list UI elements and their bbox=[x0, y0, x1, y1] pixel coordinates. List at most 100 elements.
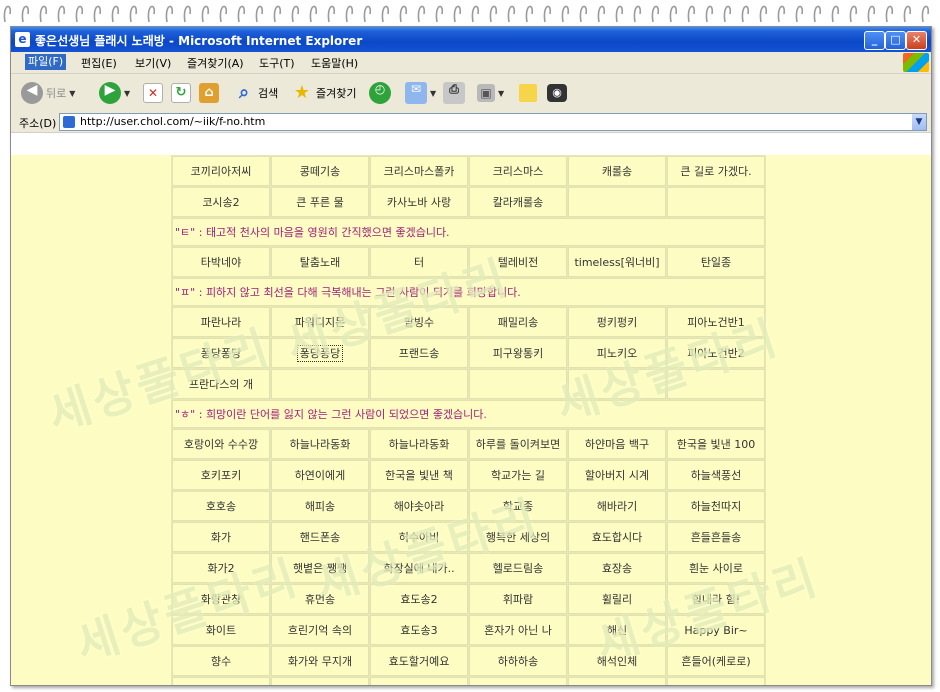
song-link[interactable]: 하루를 돌이켜보면 bbox=[469, 429, 567, 459]
menu-view[interactable]: 보기(V) bbox=[135, 55, 171, 71]
song-link[interactable]: 휴먼송 bbox=[271, 584, 369, 614]
song-link[interactable]: 프란다스의 개 bbox=[172, 369, 270, 399]
refresh-button[interactable]: ↻ bbox=[171, 81, 191, 105]
song-link[interactable]: 해야솟아라 bbox=[370, 491, 468, 521]
song-link[interactable]: 효도합시다 bbox=[568, 522, 666, 552]
song-link[interactable]: 탈춤노래 bbox=[271, 247, 369, 277]
song-link[interactable]: 하늘나라동화 bbox=[271, 429, 369, 459]
mail-button[interactable]: ✉ ▼ bbox=[405, 81, 436, 105]
song-link[interactable]: 핸드폰송 bbox=[271, 522, 369, 552]
song-link[interactable]: 휠릴리 bbox=[568, 584, 666, 614]
song-link[interactable]: 화장실에 내가.. bbox=[370, 553, 468, 583]
song-link[interactable]: 콩떼기송 bbox=[271, 156, 369, 186]
song-link[interactable]: 호랑이와 수수깡 bbox=[172, 429, 270, 459]
menu-edit[interactable]: 편집(E) bbox=[81, 55, 117, 71]
song-link[interactable]: 피아노건반2 bbox=[667, 338, 765, 368]
song-link[interactable]: 힘내라 힘! bbox=[667, 584, 765, 614]
history-button[interactable]: ◴ bbox=[369, 81, 391, 105]
song-link[interactable]: 화가와 무지개 bbox=[271, 646, 369, 676]
song-link[interactable]: 텔레비전 bbox=[469, 247, 567, 277]
song-link[interactable]: 코끼리아저씨 bbox=[172, 156, 270, 186]
song-link[interactable]: 해신 bbox=[568, 615, 666, 645]
song-link[interactable]: 퐁당퐁당 bbox=[172, 338, 270, 368]
song-link[interactable]: 큰 푸른 물 bbox=[271, 187, 369, 217]
title-bar[interactable]: e 좋은선생님 플래시 노래방 - Microsoft Internet Exp… bbox=[11, 27, 931, 52]
edit-button[interactable]: ▣ ▼ bbox=[477, 81, 504, 105]
song-link[interactable]: 하늘천따지 bbox=[667, 491, 765, 521]
song-link[interactable]: 학교종 bbox=[469, 491, 567, 521]
song-link[interactable]: 허수아비 bbox=[370, 522, 468, 552]
song-link[interactable]: 퐁당퐁당 bbox=[271, 338, 369, 368]
forward-button[interactable]: ▶ ▼ bbox=[99, 81, 130, 105]
song-link[interactable]: 피노키오 bbox=[568, 338, 666, 368]
search-button[interactable]: ⌕ 검색 bbox=[233, 81, 278, 105]
print-button[interactable]: ⎙ bbox=[443, 81, 465, 105]
song-link[interactable]: 칼라캐롤송 bbox=[469, 187, 567, 217]
song-link[interactable]: 학교가는 길 bbox=[469, 460, 567, 490]
menu-tools[interactable]: 도구(T) bbox=[259, 55, 295, 71]
song-link[interactable]: 큰 길로 가겠다. bbox=[667, 156, 765, 186]
song-link[interactable]: 한국을 빛낸 책 bbox=[370, 460, 468, 490]
song-link[interactable]: 흔들어(케로로) bbox=[667, 646, 765, 676]
song-link[interactable]: 크리스마스 bbox=[469, 156, 567, 186]
song-link[interactable]: 혼합물의 분리송 bbox=[271, 677, 369, 685]
song-link[interactable]: 혼자가 아닌 나 bbox=[469, 615, 567, 645]
song-link[interactable]: timeless[워너비] bbox=[568, 247, 666, 277]
menu-file[interactable]: 파일(F) bbox=[25, 54, 67, 70]
song-link[interactable]: 할아버지 시계 bbox=[568, 460, 666, 490]
song-link[interactable]: 흐린기억 속의 bbox=[271, 615, 369, 645]
song-link[interactable]: 팥빙수 bbox=[370, 307, 468, 337]
song-link[interactable]: Happy Bir~ bbox=[667, 615, 765, 645]
song-link[interactable]: 터 bbox=[370, 247, 468, 277]
song-link[interactable]: 해석인체 bbox=[568, 646, 666, 676]
song-link[interactable]: 효도송2 bbox=[370, 584, 468, 614]
song-link[interactable]: 한국을 빛낸 100 bbox=[667, 429, 765, 459]
menu-favorites[interactable]: 즐겨찾기(A) bbox=[187, 55, 244, 71]
song-link[interactable]: 하늘색풍선 bbox=[667, 460, 765, 490]
back-button[interactable]: ◀ 뒤로 ▼ bbox=[21, 81, 75, 105]
song-link[interactable]: 펑키펑키 bbox=[568, 307, 666, 337]
song-link[interactable]: 파란나라 bbox=[172, 307, 270, 337]
song-link[interactable]: 피구왕통키 bbox=[469, 338, 567, 368]
discuss-button[interactable] bbox=[519, 81, 537, 105]
maximize-icon[interactable]: □ bbox=[885, 31, 906, 50]
song-link[interactable]: 휘파람 bbox=[469, 584, 567, 614]
song-link[interactable]: 피아노건반1 bbox=[667, 307, 765, 337]
song-link[interactable]: 화랑관창 bbox=[172, 584, 270, 614]
song-link[interactable]: 캐롤송 bbox=[568, 156, 666, 186]
song-link[interactable]: 화이트 bbox=[172, 615, 270, 645]
song-link[interactable]: 탄일종 bbox=[667, 247, 765, 277]
song-link[interactable]: 효도송3 bbox=[370, 615, 468, 645]
song-link[interactable]: 호키포키 bbox=[172, 460, 270, 490]
menu-help[interactable]: 도움말(H) bbox=[311, 55, 358, 71]
song-link[interactable]: 크리스마스폴카 bbox=[370, 156, 468, 186]
song-link[interactable]: 효도할거예요 bbox=[370, 646, 468, 676]
song-link[interactable]: 호호송 bbox=[172, 491, 270, 521]
messenger-button[interactable]: ◉ bbox=[547, 81, 567, 105]
song-link[interactable]: 화가2 bbox=[172, 553, 270, 583]
song-link[interactable]: 코시송2 bbox=[172, 187, 270, 217]
chevron-down-icon[interactable]: ▼ bbox=[912, 114, 926, 130]
song-link[interactable]: 햇볕은 쨍쨍 bbox=[271, 553, 369, 583]
song-link[interactable]: 하연이에게 bbox=[271, 460, 369, 490]
address-input[interactable]: http://user.chol.com/~iik/f-no.htm ▼ bbox=[59, 113, 927, 131]
favorites-button[interactable]: ★ 즐겨찾기 bbox=[291, 81, 357, 105]
minimize-icon[interactable]: _ bbox=[864, 31, 885, 50]
song-link[interactable]: 해바라기 bbox=[568, 491, 666, 521]
song-link[interactable]: 효장송 bbox=[568, 553, 666, 583]
song-link[interactable]: 패밀리송 bbox=[469, 307, 567, 337]
song-link[interactable]: 흰눈 사이로 bbox=[667, 553, 765, 583]
song-link[interactable]: 행복한 세상의 bbox=[469, 522, 567, 552]
song-link[interactable]: 하얀마음 백구 bbox=[568, 429, 666, 459]
song-link[interactable]: 하하하송 bbox=[469, 646, 567, 676]
song-link[interactable]: 프랜드송 bbox=[370, 338, 468, 368]
song-link[interactable]: 하늘나라동화 bbox=[370, 429, 468, 459]
song-link[interactable]: 화가 bbox=[172, 522, 270, 552]
stop-button[interactable]: ✕ bbox=[143, 81, 163, 105]
song-link[interactable]: 행복한 인생 bbox=[172, 677, 270, 685]
close-icon[interactable]: ✕ bbox=[906, 31, 927, 50]
song-link[interactable]: 카사노바 사랑 bbox=[370, 187, 468, 217]
song-link[interactable]: 해피송 bbox=[271, 491, 369, 521]
song-link[interactable]: 파워디지몬 bbox=[271, 307, 369, 337]
song-link[interactable]: 타박네야 bbox=[172, 247, 270, 277]
